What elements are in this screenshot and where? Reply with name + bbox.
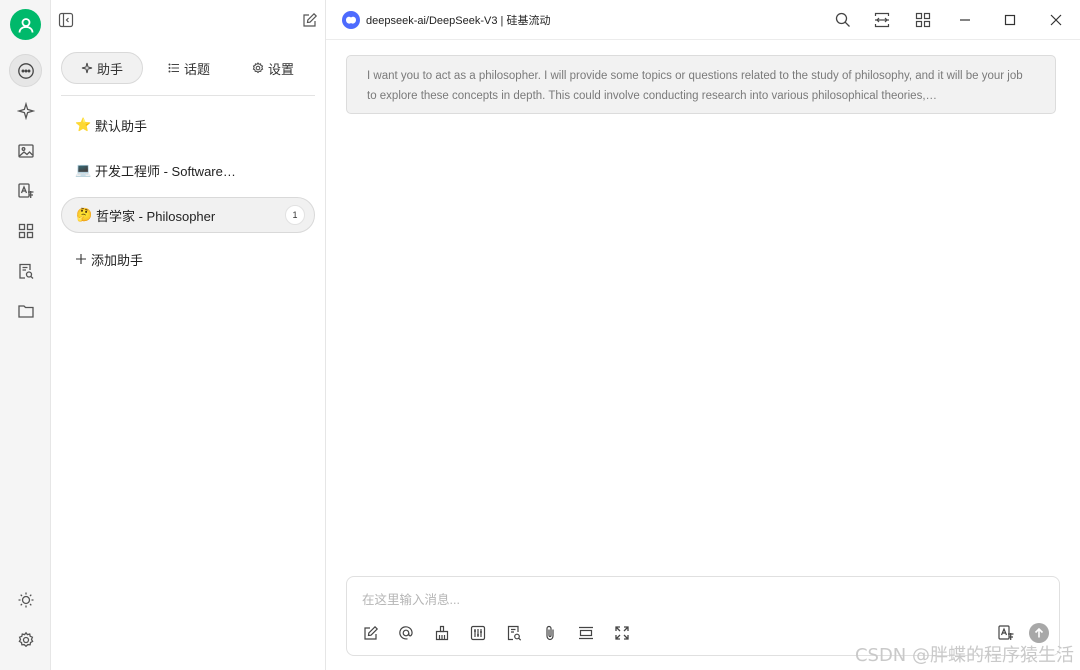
tab-label: 话题 — [183, 61, 210, 77]
sidebar-collapse-icon — [58, 12, 74, 28]
settings-tool-button[interactable] — [469, 624, 487, 642]
rail-knowledge-button[interactable] — [9, 254, 42, 287]
icon-rail — [0, 0, 51, 670]
search-icon — [835, 12, 850, 27]
attachment-button[interactable] — [541, 624, 559, 642]
tab-label: 助手 — [96, 61, 123, 77]
rail-translate-button[interactable] — [9, 174, 42, 207]
csdn-watermark: CSDN @胖蝶的程序猿生活 — [854, 645, 1074, 666]
file-search-icon — [18, 263, 33, 279]
add-assistant-button[interactable]: 添加助手 — [75, 248, 143, 270]
user-icon — [18, 17, 33, 33]
minapp-button[interactable] — [914, 11, 932, 29]
file-search-icon — [507, 625, 522, 641]
star-emoji-icon: ⭐ — [75, 117, 92, 133]
title-bar: deepseek-ai/DeepSeek-V3 | 硅基流动 — [326, 0, 1080, 40]
chat-icon — [17, 62, 34, 79]
edit-icon — [364, 625, 379, 640]
model-selector[interactable]: deepseek-ai/DeepSeek-V3 | 硅基流动 — [342, 11, 550, 29]
narrow-mode-icon — [874, 12, 890, 28]
translate-input-button[interactable] — [997, 624, 1015, 642]
close-icon — [1050, 14, 1062, 26]
theme-toggle-button[interactable] — [9, 583, 42, 616]
new-topic-tool-button[interactable] — [362, 624, 380, 642]
toggle-sidebar-button[interactable] — [57, 11, 75, 29]
tab-topics[interactable]: 话题 — [157, 52, 221, 84]
new-topic-button[interactable] — [301, 11, 319, 29]
narrow-mode-button[interactable] — [873, 11, 891, 29]
model-title: deepseek-ai/DeepSeek-V3 | 硅基流动 — [366, 15, 551, 27]
translate-icon — [17, 182, 33, 198]
sliders-icon — [470, 625, 486, 641]
minimize-icon — [960, 19, 970, 21]
translate-icon — [998, 625, 1014, 640]
image-icon — [17, 143, 34, 158]
deepseek-logo-icon — [342, 11, 360, 29]
tab-assistants[interactable]: 助手 — [61, 52, 143, 84]
folder-icon — [17, 304, 34, 318]
expand-input-button[interactable] — [613, 624, 631, 642]
settings-icon — [18, 631, 33, 647]
search-button[interactable] — [834, 11, 852, 29]
gear-icon — [252, 62, 264, 74]
chat-main: deepseek-ai/DeepSeek-V3 | 硅基流动 I want yo… — [326, 0, 1080, 670]
maximize-icon — [1004, 14, 1016, 26]
new-context-button[interactable] — [577, 624, 595, 642]
assistant-item-developer[interactable]: 💻 开发工程师 - Software… — [61, 152, 315, 188]
paperclip-icon — [546, 625, 554, 641]
assistant-panel: 助手 话题 设置 ⭐ 默认助手 💻 开发工程师 - Software… 🤔 哲学… — [51, 0, 326, 670]
send-button[interactable] — [1029, 623, 1049, 643]
assistant-label: 默认助手 — [95, 118, 148, 134]
knowledge-base-button[interactable] — [505, 624, 523, 642]
thinking-emoji-icon: 🤔 — [76, 207, 93, 223]
add-assistant-label: 添加助手 — [91, 252, 144, 268]
sparkle-icon — [81, 62, 93, 74]
rail-files-button[interactable] — [9, 294, 42, 327]
broom-icon — [435, 625, 449, 641]
assistant-prompt-box[interactable]: I want you to act as a philosopher. I wi… — [346, 55, 1056, 114]
assistant-item-philosopher[interactable]: 🤔 哲学家 - Philosopher 1 — [61, 197, 315, 233]
sun-icon — [18, 592, 33, 607]
window-close-button[interactable] — [1047, 11, 1065, 29]
expand-icon — [615, 626, 629, 640]
plus-icon — [76, 254, 86, 264]
window-maximize-button[interactable] — [1001, 11, 1019, 29]
panel-tabs: 助手 话题 设置 — [61, 52, 315, 84]
edit-icon — [303, 12, 318, 27]
topic-count-badge: 1 — [285, 205, 305, 225]
rail-settings-button[interactable] — [9, 623, 42, 656]
user-avatar[interactable] — [10, 9, 41, 40]
laptop-emoji-icon: 💻 — [75, 162, 92, 178]
assistant-label: 开发工程师 - Software… — [95, 163, 236, 179]
arrow-up-icon — [1034, 627, 1044, 638]
clear-context-button[interactable] — [433, 624, 451, 642]
prompt-text: I want you to act as a philosopher. I wi… — [367, 70, 1023, 102]
rail-paint-button[interactable] — [9, 134, 42, 167]
rail-agents-button[interactable] — [9, 94, 42, 127]
divider-icon — [579, 626, 593, 640]
rail-apps-button[interactable] — [9, 214, 42, 247]
list-icon — [168, 63, 179, 73]
apps-icon — [18, 223, 33, 238]
at-icon — [399, 626, 413, 640]
assistant-label: 哲学家 - Philosopher — [96, 208, 216, 224]
message-input[interactable]: 在这里输入消息... — [362, 589, 460, 608]
apps-icon — [915, 12, 931, 28]
mention-model-button[interactable] — [397, 624, 415, 642]
assistant-item-default[interactable]: ⭐ 默认助手 — [61, 107, 315, 143]
rail-chat-button[interactable] — [9, 54, 42, 87]
tab-label: 设置 — [267, 61, 294, 77]
tabs-divider — [61, 95, 315, 96]
tab-settings[interactable]: 设置 — [241, 52, 305, 84]
window-minimize-button[interactable] — [956, 11, 974, 29]
sparkle-icon — [16, 101, 35, 120]
